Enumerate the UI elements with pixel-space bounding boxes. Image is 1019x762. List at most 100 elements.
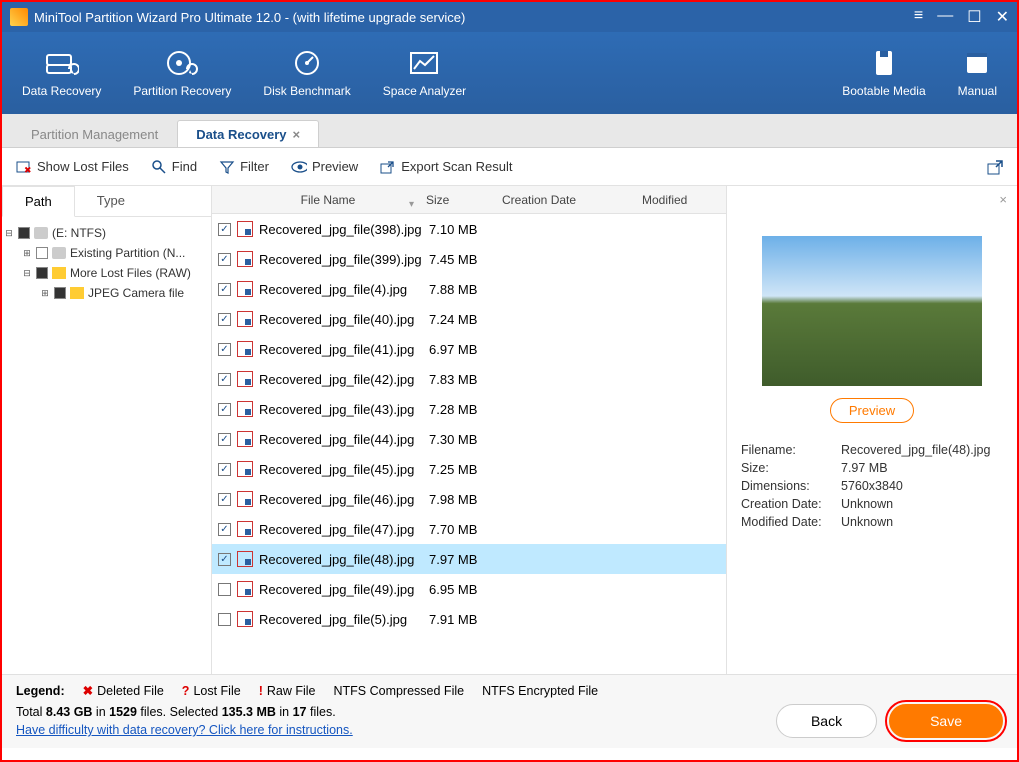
file-row[interactable]: Recovered_jpg_file(44).jpg7.30 MB — [212, 424, 726, 454]
file-row[interactable]: Recovered_jpg_file(48).jpg7.97 MB — [212, 544, 726, 574]
file-checkbox[interactable] — [218, 493, 231, 506]
col-size[interactable]: Size — [418, 193, 494, 207]
show-lost-files-button[interactable]: ✖ Show Lost Files — [16, 159, 129, 175]
checkbox[interactable] — [36, 267, 48, 279]
expand-icon[interactable]: ⊞ — [22, 248, 32, 258]
minimize-icon[interactable]: — — [937, 7, 953, 27]
maximize-icon[interactable]: ☐ — [967, 7, 981, 27]
space-analyzer-icon — [407, 48, 441, 78]
ribbon-disk-benchmark[interactable]: Disk Benchmark — [247, 40, 366, 106]
file-checkbox[interactable] — [218, 223, 231, 236]
file-row[interactable]: Recovered_jpg_file(5).jpg7.91 MB — [212, 604, 726, 634]
col-modified[interactable]: Modified — [634, 193, 714, 207]
tree-existing-partition[interactable]: ⊞ Existing Partition (N... — [4, 243, 209, 263]
checkbox[interactable] — [36, 247, 48, 259]
titlebar: MiniTool Partition Wizard Pro Ultimate 1… — [2, 2, 1017, 32]
file-checkbox[interactable] — [218, 343, 231, 356]
file-row[interactable]: Recovered_jpg_file(49).jpg6.95 MB — [212, 574, 726, 604]
filter-button[interactable]: Filter — [219, 159, 269, 175]
back-button[interactable]: Back — [776, 704, 877, 738]
file-checkbox[interactable] — [218, 283, 231, 296]
file-row[interactable]: Recovered_jpg_file(398).jpg7.10 MB — [212, 214, 726, 244]
folder-icon — [70, 287, 84, 299]
file-checkbox[interactable] — [218, 613, 231, 626]
file-row[interactable]: Recovered_jpg_file(4).jpg7.88 MB — [212, 274, 726, 304]
tabbar: Partition Management Data Recovery × — [2, 114, 1017, 148]
save-button[interactable]: Save — [889, 704, 1003, 738]
tree-root[interactable]: ⊟ (E: NTFS) — [4, 223, 209, 243]
file-checkbox[interactable] — [218, 373, 231, 386]
preview-icon — [291, 159, 307, 175]
bootable-media-icon — [867, 48, 901, 78]
file-size: 7.25 MB — [429, 462, 505, 477]
checkbox[interactable] — [54, 287, 66, 299]
raw-file-icon: ! — [259, 684, 263, 698]
preview-open-button[interactable]: Preview — [830, 398, 914, 423]
partition-recovery-icon — [165, 48, 199, 78]
subtab-path[interactable]: Path — [2, 186, 75, 217]
file-row[interactable]: Recovered_jpg_file(399).jpg7.45 MB — [212, 244, 726, 274]
file-icon — [237, 401, 253, 417]
file-row[interactable]: Recovered_jpg_file(42).jpg7.83 MB — [212, 364, 726, 394]
file-row[interactable]: Recovered_jpg_file(43).jpg7.28 MB — [212, 394, 726, 424]
help-link[interactable]: Have difficulty with data recovery? Clic… — [16, 723, 353, 737]
file-icon — [237, 251, 253, 267]
ribbon-manual[interactable]: Manual — [942, 40, 1013, 106]
preview-metadata: Filename:Recovered_jpg_file(48).jpg Size… — [741, 441, 1003, 531]
file-size: 7.45 MB — [429, 252, 505, 267]
file-row[interactable]: Recovered_jpg_file(45).jpg7.25 MB — [212, 454, 726, 484]
expand-icon[interactable]: ⊞ — [40, 288, 50, 298]
collapse-icon[interactable]: ⊟ — [4, 228, 14, 238]
file-icon — [237, 341, 253, 357]
file-row[interactable]: Recovered_jpg_file(40).jpg7.24 MB — [212, 304, 726, 334]
tab-data-recovery[interactable]: Data Recovery × — [177, 120, 319, 147]
tree: ⊟ (E: NTFS) ⊞ Existing Partition (N... ⊟… — [2, 217, 211, 309]
tree-jpeg-camera[interactable]: ⊞ JPEG Camera file — [4, 283, 209, 303]
file-size: 7.30 MB — [429, 432, 505, 447]
file-checkbox[interactable] — [218, 553, 231, 566]
file-icon — [237, 551, 253, 567]
export-scan-result-button[interactable]: Export Scan Result — [380, 159, 512, 175]
file-checkbox[interactable] — [218, 463, 231, 476]
file-name: Recovered_jpg_file(44).jpg — [259, 432, 429, 447]
tab-close-icon[interactable]: × — [293, 127, 301, 142]
ribbon-data-recovery[interactable]: Data Recovery — [6, 40, 117, 106]
find-button[interactable]: Find — [151, 159, 197, 175]
share-button[interactable] — [987, 159, 1003, 175]
col-creation-date[interactable]: Creation Date — [494, 193, 634, 207]
file-row[interactable]: Recovered_jpg_file(47).jpg7.70 MB — [212, 514, 726, 544]
preview-panel: × Preview Filename:Recovered_jpg_file(48… — [727, 186, 1017, 674]
file-name: Recovered_jpg_file(399).jpg — [259, 252, 429, 267]
file-size: 7.98 MB — [429, 492, 505, 507]
checkbox[interactable] — [18, 227, 30, 239]
ribbon: Data Recovery Partition Recovery Disk Be… — [2, 32, 1017, 114]
ribbon-partition-recovery[interactable]: Partition Recovery — [117, 40, 247, 106]
lost-file-icon: ? — [182, 684, 190, 698]
show-lost-files-icon: ✖ — [16, 159, 32, 175]
tab-partition-management[interactable]: Partition Management — [12, 120, 177, 147]
file-icon — [237, 311, 253, 327]
file-name: Recovered_jpg_file(398).jpg — [259, 222, 429, 237]
file-checkbox[interactable] — [218, 403, 231, 416]
preview-button[interactable]: Preview — [291, 159, 358, 175]
col-filename[interactable]: File Name▾ — [238, 193, 418, 207]
tree-more-lost-files[interactable]: ⊟ More Lost Files (RAW) — [4, 263, 209, 283]
file-checkbox[interactable] — [218, 253, 231, 266]
file-checkbox[interactable] — [218, 313, 231, 326]
subtab-type[interactable]: Type — [75, 186, 147, 216]
file-size: 7.28 MB — [429, 402, 505, 417]
file-row[interactable]: Recovered_jpg_file(41).jpg6.97 MB — [212, 334, 726, 364]
ribbon-bootable-media[interactable]: Bootable Media — [826, 40, 941, 106]
file-name: Recovered_jpg_file(40).jpg — [259, 312, 429, 327]
file-row[interactable]: Recovered_jpg_file(46).jpg7.98 MB — [212, 484, 726, 514]
file-checkbox[interactable] — [218, 523, 231, 536]
menu-icon[interactable]: ≡ — [914, 7, 923, 27]
close-icon[interactable]: ✕ — [996, 7, 1009, 27]
file-checkbox[interactable] — [218, 583, 231, 596]
file-icon — [237, 281, 253, 297]
file-checkbox[interactable] — [218, 433, 231, 446]
preview-close-icon[interactable]: × — [999, 192, 1007, 207]
collapse-icon[interactable]: ⊟ — [22, 268, 32, 278]
file-rows[interactable]: Recovered_jpg_file(398).jpg7.10 MBRecove… — [212, 214, 726, 674]
ribbon-space-analyzer[interactable]: Space Analyzer — [367, 40, 482, 106]
